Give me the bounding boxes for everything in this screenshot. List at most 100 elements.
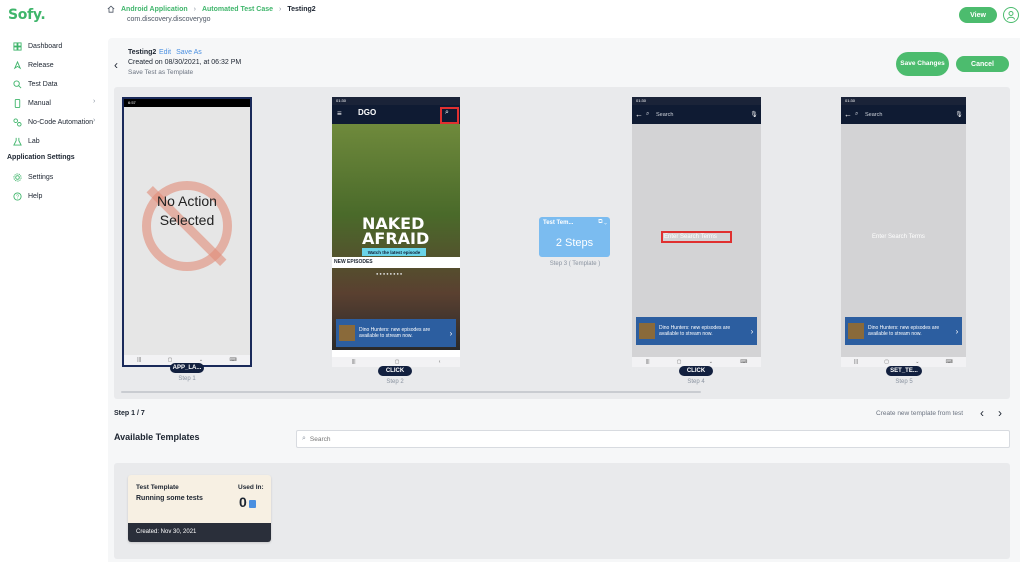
mic-icon: 🎙 [955, 112, 963, 118]
sofy-logo[interactable]: Sofy. [8, 7, 46, 23]
used-in-label: Used In: [238, 484, 264, 491]
sidebar-item-label: Dashboard [28, 42, 63, 50]
cancel-button[interactable]: Cancel [956, 56, 1009, 72]
sidebar-item-no-code-automation[interactable]: No-Code Automation [13, 115, 93, 129]
back-icon: ← [635, 110, 643, 119]
view-button[interactable]: View [959, 7, 997, 23]
home-icon[interactable] [107, 5, 115, 13]
step-count: Step 1 / 7 [114, 410, 145, 417]
save-test-as-template-link[interactable]: Save Test as Template [128, 69, 193, 76]
step-3-label: Step 3 ( Template ) [549, 261, 601, 267]
template-step-title: Test Tem... [543, 220, 574, 226]
sidebar-item-settings[interactable]: Settings [13, 170, 53, 184]
sidebar-item-help[interactable]: ? Help [13, 189, 42, 203]
step-4-label: Step 4 [687, 379, 705, 385]
step-2-screenshot[interactable]: 01:30 ≡ DGO ⌕ NAKED AFRAID Watch the lat… [332, 97, 460, 367]
sidebar-item-test-data[interactable]: Test Data [13, 77, 58, 91]
step-1-screenshot[interactable]: 6:57 No Action Selected ||| ▢ ⌄ ⌨ [122, 97, 252, 367]
save-changes-button[interactable]: Save Changes [896, 52, 949, 76]
document-icon [249, 500, 256, 508]
breadcrumb-android-application[interactable]: Android Application [121, 6, 188, 13]
breadcrumb-separator: › [279, 5, 282, 13]
edit-link[interactable]: Edit [159, 49, 171, 56]
rocket-icon [13, 60, 22, 70]
step-2-action-badge: CLICK [378, 366, 412, 376]
banner-thumbnail [639, 323, 655, 339]
test-actions: Edit Save As [159, 49, 207, 56]
dgo-logo: DGO [358, 108, 377, 117]
open-external-icon[interactable]: ⧉ ⌄ [598, 219, 607, 226]
package-name: com.discovery.discoverygo [127, 16, 211, 23]
avatar[interactable] [1003, 7, 1019, 23]
automation-icon [13, 117, 22, 127]
sidebar-item-dashboard[interactable]: Dashboard [13, 39, 62, 53]
template-step-card[interactable]: Test Tem... ⧉ ⌄ 2 Steps [539, 217, 610, 257]
mic-icon: 🎙 [750, 112, 758, 118]
phone-icon [13, 98, 22, 108]
banner-text: Dino Hunters: new episodes are available… [659, 325, 731, 337]
template-description: Running some tests [136, 495, 203, 502]
template-search-input[interactable] [309, 435, 1009, 443]
step-5-action-badge: SET_TE... [886, 366, 922, 376]
step-4-action-badge: CLICK [679, 366, 713, 376]
chevron-right-icon: › [93, 98, 96, 105]
chevron-right-icon: › [955, 326, 959, 336]
horizontal-scrollbar[interactable] [121, 391, 701, 393]
test-data-icon [13, 79, 22, 89]
template-card[interactable]: Test Template Running some tests Used In… [128, 475, 271, 542]
template-created-date: Created: Nov 30, 2021 [128, 523, 271, 542]
sidebar-item-label: Manual [28, 99, 51, 107]
template-search-field[interactable]: ⌕ [296, 430, 1010, 448]
no-action-text: No Action Selected [157, 193, 217, 228]
carousel-dots: ●●●●●●●● [376, 271, 404, 276]
sidebar-item-label: Lab [28, 137, 40, 145]
sidebar-item-release[interactable]: Release [13, 58, 54, 72]
sidebar: Sofy. Dashboard Release Test Data Manual… [0, 0, 108, 562]
used-in-count: 0 [239, 494, 247, 510]
step-5-label: Step 5 [895, 379, 913, 385]
new-episodes-heading: NEW EPISODES [332, 257, 460, 268]
sidebar-item-label: Test Data [28, 80, 58, 88]
episode-banner: Dino Hunters: new episodes are available… [336, 319, 456, 347]
enter-search-terms-text: Enter Search Terms [872, 234, 925, 240]
search-icon: ⌕ [302, 435, 306, 442]
search-icon: ⌕ [855, 111, 859, 117]
user-icon [1007, 11, 1015, 20]
create-template-link[interactable]: Create new template from test [876, 410, 963, 417]
chevron-right-icon: › [750, 326, 754, 336]
sidebar-item-label: Help [28, 192, 43, 200]
sidebar-item-lab[interactable]: Lab [13, 134, 40, 148]
gear-icon [13, 172, 22, 182]
breadcrumb-automated-test-case[interactable]: Automated Test Case [202, 6, 273, 13]
template-step-count: 2 Steps [555, 237, 594, 249]
available-templates-heading: Available Templates [114, 432, 200, 442]
save-as-link[interactable]: Save As [176, 49, 202, 56]
next-step-arrow-icon[interactable]: › [998, 406, 1002, 420]
status-bar: 01:30 [841, 97, 966, 105]
breadcrumb-current: Testing2 [287, 5, 316, 13]
step-5-screenshot[interactable]: 01:30 ← ⌕ Search 🎙 Enter Search Terms Di… [841, 97, 966, 367]
created-on-text: Created on 08/30/2021, at 06:32 PM [128, 59, 242, 66]
banner-text: Dino Hunters: new episodes are available… [359, 327, 431, 339]
step-2-label: Step 2 [386, 379, 404, 385]
back-icon: ← [844, 110, 852, 119]
template-title: Test Template [136, 484, 179, 491]
sidebar-item-label: No-Code Automation [28, 118, 93, 126]
search-placeholder: Search [865, 111, 883, 118]
back-arrow-icon[interactable]: ‹ [114, 58, 118, 72]
sidebar-item-label: Settings [28, 173, 54, 181]
chevron-right-icon: › [93, 117, 96, 124]
episode-banner: Dino Hunters: new episodes are available… [636, 317, 757, 345]
lab-icon [13, 137, 22, 146]
dashboard-icon [13, 41, 22, 51]
test-name: Testing2 [128, 49, 157, 56]
hero-image: NAKED AFRAID Watch the latest episode Ba… [332, 124, 460, 350]
status-bar: 6:57 [124, 99, 250, 107]
status-bar: 01:30 [632, 97, 761, 105]
sidebar-item-manual[interactable]: Manual [13, 96, 51, 110]
previous-step-arrow-icon[interactable]: ‹ [980, 406, 984, 420]
breadcrumb: Android Application › Automated Test Cas… [107, 5, 316, 13]
banner-thumbnail [339, 325, 355, 341]
step-1-label: Step 1 [178, 376, 196, 382]
search-icon: ⌕ [646, 111, 650, 117]
